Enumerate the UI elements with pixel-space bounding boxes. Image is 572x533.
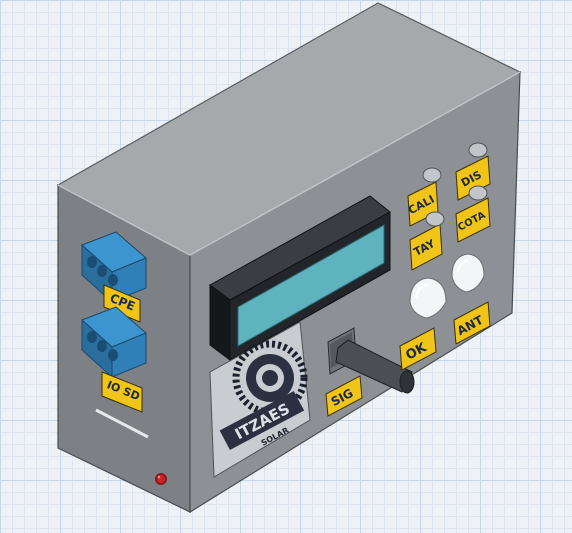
enclosure-3d-view: CPE IO SD ITZAES SOLAR SIG CALI DIS TAY … [56,2,522,514]
joystick-tip [399,370,415,394]
dis-led-icon [468,142,488,158]
power-led [155,473,167,485]
tay-led-icon [425,211,445,227]
cali-led-icon [422,167,442,183]
cota-led-icon [468,185,488,201]
